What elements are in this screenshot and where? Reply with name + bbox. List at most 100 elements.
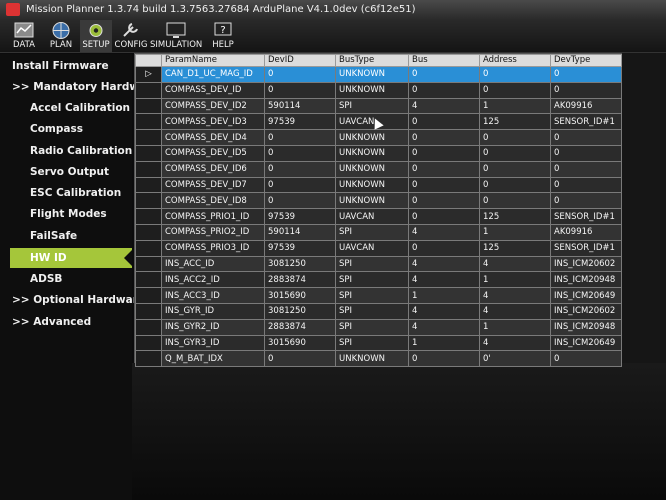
table-cell-bustype[interactable]: SPI (335, 334, 409, 352)
table-cell-bustype[interactable]: UNKNOWN (335, 176, 409, 194)
table-cell-devid[interactable]: 2883874 (264, 271, 336, 289)
sidebar-item-install-firmware[interactable]: Install Firmware (0, 56, 132, 76)
table-cell-paramname[interactable]: INS_GYR_ID (161, 302, 265, 320)
row-selector[interactable] (135, 160, 162, 178)
table-cell-paramname[interactable]: INS_ACC_ID (161, 255, 265, 273)
table-cell-address[interactable]: 125 (479, 113, 551, 131)
row-selector[interactable] (135, 81, 162, 99)
table-cell-address[interactable]: 0 (479, 144, 551, 162)
table-cell-bustype[interactable]: SPI (335, 318, 409, 336)
table-row[interactable]: INS_GYR3_ID 3015690 SPI 1 4 INS_ICM20649 (135, 334, 622, 352)
column-header-bus[interactable]: Bus (408, 54, 480, 67)
table-cell-address[interactable]: 0 (479, 81, 551, 99)
table-cell-bus[interactable]: 4 (408, 271, 480, 289)
table-cell-devtype[interactable]: INS_ICM20649 (550, 334, 622, 352)
table-cell-bustype[interactable]: UNKNOWN (335, 129, 409, 146)
table-cell-devid[interactable]: 97539 (264, 113, 336, 131)
table-cell-bustype[interactable]: SPI (335, 302, 409, 320)
table-cell-bus[interactable]: 0 (408, 176, 480, 194)
table-cell-address[interactable]: 4 (479, 255, 551, 273)
table-cell-paramname[interactable]: COMPASS_DEV_ID6 (161, 160, 265, 178)
table-cell-devid[interactable]: 3015690 (264, 287, 336, 304)
table-row[interactable]: INS_GYR_ID 3081250 SPI 4 4 INS_ICM20602 (135, 302, 622, 320)
table-cell-devid[interactable]: 590114 (264, 97, 336, 115)
table-cell-bus[interactable]: 0 (408, 192, 480, 210)
table-cell-devid[interactable]: 0 (264, 81, 336, 99)
table-cell-paramname[interactable]: COMPASS_DEV_ID4 (161, 129, 265, 146)
table-cell-address[interactable]: 0 (479, 160, 551, 178)
table-cell-address[interactable]: 1 (479, 97, 551, 115)
table-cell-address[interactable]: 1 (479, 223, 551, 241)
table-cell-address[interactable]: 125 (479, 239, 551, 257)
table-cell-bustype[interactable]: UAVCAN (335, 208, 409, 225)
table-cell-devid[interactable]: 2883874 (264, 318, 336, 336)
table-cell-bustype[interactable]: SPI (335, 255, 409, 273)
table-cell-paramname[interactable]: INS_GYR2_ID (161, 318, 265, 336)
sidebar-item-adsb[interactable]: ADSB (0, 269, 132, 289)
table-cell-paramname[interactable]: COMPASS_DEV_ID3 (161, 113, 265, 131)
table-row[interactable]: COMPASS_PRIO2_ID 590114 SPI 4 1 AK09916 (135, 223, 622, 241)
table-cell-devid[interactable]: 0 (264, 66, 336, 83)
row-selector[interactable] (135, 176, 162, 194)
row-selector[interactable] (135, 287, 162, 304)
table-cell-devtype[interactable]: AK09916 (550, 97, 622, 115)
sidebar-item-failsafe[interactable]: FailSafe (0, 226, 132, 246)
sidebar-item-hw-id[interactable]: HW ID (10, 248, 132, 268)
table-cell-devtype[interactable]: INS_ICM20649 (550, 287, 622, 304)
sidebar-item-servo-output[interactable]: Servo Output (0, 162, 132, 182)
sidebar-item-accel-calibration[interactable]: Accel Calibration (0, 98, 132, 118)
sidebar-item-radio-calibration[interactable]: Radio Calibration (0, 141, 132, 161)
table-cell-bustype[interactable]: SPI (335, 223, 409, 241)
column-header-address[interactable]: Address (479, 54, 551, 67)
table-row[interactable]: INS_ACC2_ID 2883874 SPI 4 1 INS_ICM20948 (135, 271, 622, 289)
table-cell-devid[interactable]: 0 (264, 144, 336, 162)
table-cell-paramname[interactable]: CAN_D1_UC_MAG_ID (161, 66, 265, 83)
table-cell-devtype[interactable]: INS_ICM20602 (550, 255, 622, 273)
table-cell-devtype[interactable]: INS_ICM20948 (550, 318, 622, 336)
toolbar-data-button[interactable]: DATA (4, 20, 44, 52)
table-cell-devtype[interactable]: INS_ICM20602 (550, 302, 622, 320)
sidebar-item-optional-hardware[interactable]: >> Optional Hardware (0, 290, 145, 310)
table-cell-address[interactable]: 4 (479, 334, 551, 352)
table-cell-bustype[interactable]: SPI (335, 287, 409, 304)
sidebar-item-mandatory-hardware[interactable]: >> Mandatory Hardware (0, 77, 158, 97)
table-cell-bus[interactable]: 0 (408, 113, 480, 131)
table-cell-devtype[interactable]: INS_ICM20948 (550, 271, 622, 289)
table-cell-paramname[interactable]: COMPASS_PRIO2_ID (161, 223, 265, 241)
column-header-devtype[interactable]: DevType (550, 54, 622, 67)
row-selector[interactable]: ▷ (135, 66, 162, 83)
table-cell-address[interactable]: 0 (479, 129, 551, 146)
table-cell-devtype[interactable]: AK09916 (550, 223, 622, 241)
table-row[interactable]: ▷ CAN_D1_UC_MAG_ID 0 UNKNOWN 0 0 0 (135, 66, 622, 83)
table-cell-devid[interactable]: 0 (264, 129, 336, 146)
table-cell-bustype[interactable]: UNKNOWN (335, 350, 409, 368)
table-cell-devid[interactable]: 97539 (264, 208, 336, 225)
table-cell-paramname[interactable]: INS_ACC2_ID (161, 271, 265, 289)
table-cell-bustype[interactable]: UNKNOWN (335, 144, 409, 162)
table-row[interactable]: INS_GYR2_ID 2883874 SPI 4 1 INS_ICM20948 (135, 318, 622, 336)
table-cell-devtype[interactable]: 0 (550, 81, 622, 99)
table-cell-address[interactable]: 1 (479, 318, 551, 336)
table-cell-paramname[interactable]: INS_GYR3_ID (161, 334, 265, 352)
table-cell-bustype[interactable]: SPI (335, 97, 409, 115)
sidebar-item-flight-modes[interactable]: Flight Modes (0, 204, 132, 224)
table-cell-devtype[interactable]: SENSOR_ID#1 (550, 113, 622, 131)
row-selector[interactable] (135, 318, 162, 336)
table-cell-address[interactable]: 4 (479, 287, 551, 304)
table-cell-bus[interactable]: 1 (408, 334, 480, 352)
table-cell-paramname[interactable]: COMPASS_PRIO3_ID (161, 239, 265, 257)
table-cell-bustype[interactable]: UNKNOWN (335, 160, 409, 178)
column-header-paramname[interactable]: ParamName (161, 54, 265, 67)
table-row[interactable]: COMPASS_DEV_ID4 0 UNKNOWN 0 0 0 (135, 129, 622, 146)
table-cell-bus[interactable]: 0 (408, 81, 480, 99)
row-selector[interactable] (135, 271, 162, 289)
table-row[interactable]: COMPASS_DEV_ID5 0 UNKNOWN 0 0 0 (135, 144, 622, 162)
table-cell-address[interactable]: 1 (479, 271, 551, 289)
table-row[interactable]: INS_ACC3_ID 3015690 SPI 1 4 INS_ICM20649 (135, 287, 622, 304)
table-row[interactable]: COMPASS_DEV_ID7 0 UNKNOWN 0 0 0 (135, 176, 622, 194)
table-cell-bus[interactable]: 4 (408, 302, 480, 320)
table-cell-bus[interactable]: 0 (408, 239, 480, 257)
table-row[interactable]: COMPASS_PRIO3_ID 97539 UAVCAN 0 125 SENSOR_ID… (135, 239, 622, 257)
table-cell-devid[interactable]: 3015690 (264, 334, 336, 352)
table-cell-paramname[interactable]: COMPASS_DEV_ID8 (161, 192, 265, 210)
